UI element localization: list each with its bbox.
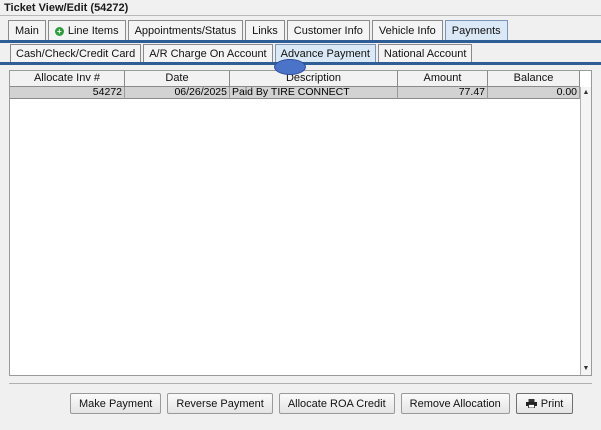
column-header-date[interactable]: Date [125,71,230,87]
tab-appointments-status[interactable]: Appointments/Status [127,20,244,41]
tab-national-label: National Account [383,47,467,60]
main-tab-strip: Main + Line Items Appointments/Status Lin… [8,20,510,41]
marker-dot [274,59,306,75]
column-header-amount[interactable]: Amount [398,71,488,87]
scroll-up-arrow-icon[interactable]: ▲ [581,88,591,98]
cell-balance: 0.00 [488,87,580,99]
tab-cash-label: Cash/Check/Credit Card [16,47,136,60]
title-divider [0,15,601,16]
make-payment-button[interactable]: Make Payment [70,393,162,414]
scroll-down-arrow-icon[interactable]: ▼ [581,364,591,374]
tab-customer-info-label: Customer Info [293,25,363,37]
allocate-roa-credit-button[interactable]: Allocate ROA Credit [278,393,395,414]
tab-national-account[interactable]: National Account [377,44,473,62]
reverse-payment-button[interactable]: Reverse Payment [167,393,273,414]
action-buttons: Make Payment Reverse Payment Allocate RO… [70,393,574,414]
tab-vehicle-info[interactable]: Vehicle Info [371,20,443,41]
plus-circle-icon: + [54,26,64,36]
tab-links[interactable]: Links [245,20,285,41]
tab-line-items[interactable]: + Line Items [47,20,126,41]
tab-appointments-label: Appointments/Status [134,25,237,37]
printer-icon [525,399,537,408]
cell-date: 06/26/2025 [125,87,230,99]
column-header-balance[interactable]: Balance [488,71,580,87]
tab-ar-label: A/R Charge On Account [149,47,267,60]
column-header-description[interactable]: Description [230,71,398,87]
tab-line-items-label: Line Items [67,25,119,37]
tab-ar-charge[interactable]: A/R Charge On Account [143,44,273,62]
tab-cash-check-credit[interactable]: Cash/Check/Credit Card [10,44,142,62]
allocation-grid: Allocate Inv # Date Description Amount B… [9,70,592,376]
payment-tab-strip: Cash/Check/Credit Card A/R Charge On Acc… [10,44,474,62]
button-divider [9,383,592,384]
vertical-scrollbar[interactable]: ▲ ▼ [580,87,591,375]
column-header-allocate-inv[interactable]: Allocate Inv # [10,71,125,87]
tab-vehicle-info-label: Vehicle Info [378,25,436,37]
table-row[interactable]: 54272 06/26/2025 Paid By TIRE CONNECT 77… [10,87,580,99]
tab-links-label: Links [252,25,278,37]
tab-customer-info[interactable]: Customer Info [286,20,370,41]
tab-payments[interactable]: Payments [444,20,508,41]
scroll-track[interactable] [581,99,591,361]
print-button-label: Print [540,397,564,410]
tab-payments-label: Payments [451,25,501,37]
tab-advance-label: Advance Payment [280,47,370,60]
remove-allocation-button[interactable]: Remove Allocation [400,393,510,414]
main-tab-accent-bar [0,40,601,43]
cell-description: Paid By TIRE CONNECT [230,87,398,99]
cell-amount: 77.47 [398,87,488,99]
tab-main-label: Main [15,25,39,37]
cell-allocate-inv: 54272 [10,87,125,99]
tab-main[interactable]: Main [8,20,46,41]
window-title: Ticket View/Edit (54272) [4,2,129,14]
print-button[interactable]: Print [515,393,574,414]
